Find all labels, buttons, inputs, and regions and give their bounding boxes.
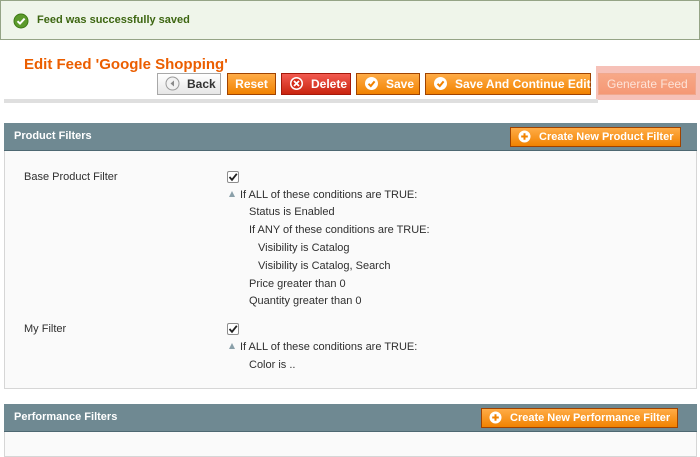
condition-line: Visibility is Catalog — [258, 242, 350, 254]
arrow-left-icon — [165, 76, 180, 91]
product-filters-title: Product Filters — [14, 130, 92, 142]
check-circle-icon — [13, 13, 29, 29]
back-button[interactable]: Back — [157, 73, 221, 95]
success-message: Feed was successfully saved — [0, 0, 700, 40]
check-icon — [365, 77, 378, 91]
save-and-continue-button[interactable]: Save And Continue Edit — [425, 73, 591, 95]
page-title: Edit Feed 'Google Shopping' — [24, 56, 228, 73]
filter-label: Base Product Filter — [24, 171, 118, 183]
header-divider — [4, 99, 598, 103]
collapse-toggle-icon[interactable] — [229, 343, 235, 349]
filter-checkbox[interactable] — [227, 171, 239, 183]
success-message-text: Feed was successfully saved — [37, 14, 190, 26]
reset-button[interactable]: Reset — [227, 73, 276, 95]
save-and-continue-button-label: Save And Continue Edit — [455, 77, 591, 91]
condition-line: If ALL of these conditions are TRUE: — [240, 341, 418, 353]
create-product-filter-button[interactable]: Create New Product Filter — [510, 127, 682, 147]
plus-circle-icon — [518, 130, 531, 143]
collapse-toggle-icon[interactable] — [229, 191, 235, 197]
generate-feed-button[interactable]: Generate Feed — [598, 73, 696, 95]
condition-line: If ANY of these conditions are TRUE: — [249, 224, 430, 236]
checkmark-icon — [228, 325, 238, 334]
filter-label: My Filter — [24, 323, 67, 335]
create-performance-filter-label: Create New Performance Filter — [510, 412, 671, 424]
create-product-filter-label: Create New Product Filter — [539, 131, 674, 143]
condition-line: If ALL of these conditions are TRUE: — [240, 189, 418, 201]
delete-button[interactable]: Delete — [281, 73, 351, 95]
check-icon — [434, 77, 447, 91]
delete-icon — [290, 77, 303, 91]
condition-line: Color is .. — [249, 359, 296, 371]
reset-button-label: Reset — [235, 77, 268, 91]
create-performance-filter-button[interactable]: Create New Performance Filter — [481, 408, 679, 428]
generate-feed-button-label: Generate Feed — [607, 77, 688, 91]
save-button[interactable]: Save — [356, 73, 420, 95]
filter-checkbox[interactable] — [227, 323, 239, 335]
save-button-label: Save — [386, 77, 415, 91]
performance-filters-body — [4, 432, 697, 457]
back-button-label: Back — [187, 77, 216, 91]
delete-button-label: Delete — [311, 77, 348, 91]
plus-circle-icon — [489, 411, 502, 424]
checkmark-icon — [228, 173, 238, 182]
performance-filters-title: Performance Filters — [14, 411, 118, 423]
condition-line: Quantity greater than 0 — [249, 295, 362, 307]
condition-line: Price greater than 0 — [249, 278, 346, 290]
performance-filters-header: Performance Filters Create New Performan… — [4, 404, 697, 432]
condition-line: Visibility is Catalog, Search — [258, 260, 391, 272]
condition-line: Status is Enabled — [249, 206, 335, 218]
product-filters-header: Product Filters Create New Product Filte… — [4, 123, 697, 151]
